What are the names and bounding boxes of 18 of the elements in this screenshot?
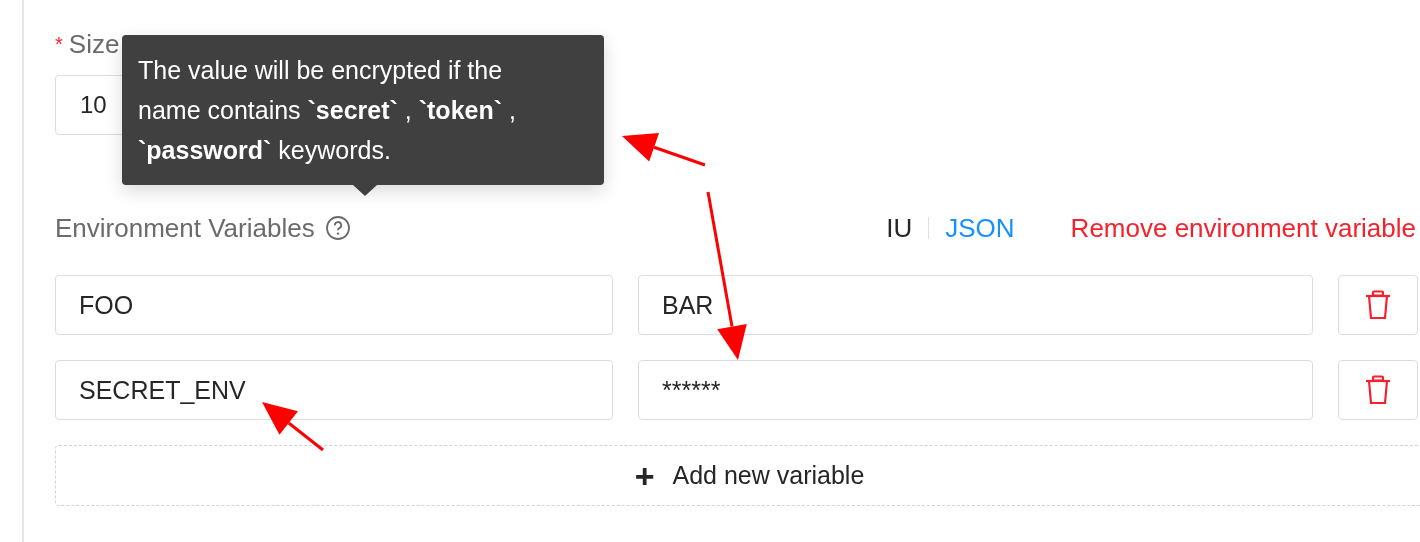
value-field[interactable]: ****** (638, 360, 1313, 420)
name-field[interactable]: SECRET_ENV (55, 360, 613, 420)
name-field[interactable]: FOO (55, 275, 613, 335)
trash-icon (1365, 375, 1391, 405)
tooltip-arrow (353, 185, 377, 196)
trash-icon (1365, 290, 1391, 320)
add-variable-button[interactable]: + Add new variable (55, 445, 1420, 506)
value-field[interactable]: BAR (638, 275, 1313, 335)
remove-link[interactable]: Remove environment variable (1070, 212, 1416, 244)
delete-button[interactable] (1338, 275, 1418, 335)
delete-button[interactable] (1338, 360, 1418, 420)
mode-tab[interactable]: IU (886, 212, 913, 244)
section-label: Environment Variables (55, 214, 315, 242)
field-label: Size (68, 30, 120, 58)
required-mark: * (55, 32, 63, 57)
help-icon[interactable] (324, 215, 351, 241)
annotation-arrow (262, 402, 324, 452)
tooltip: The value will be encrypted if the name contains `secret` , `token` , `password` keywords. (122, 35, 604, 185)
